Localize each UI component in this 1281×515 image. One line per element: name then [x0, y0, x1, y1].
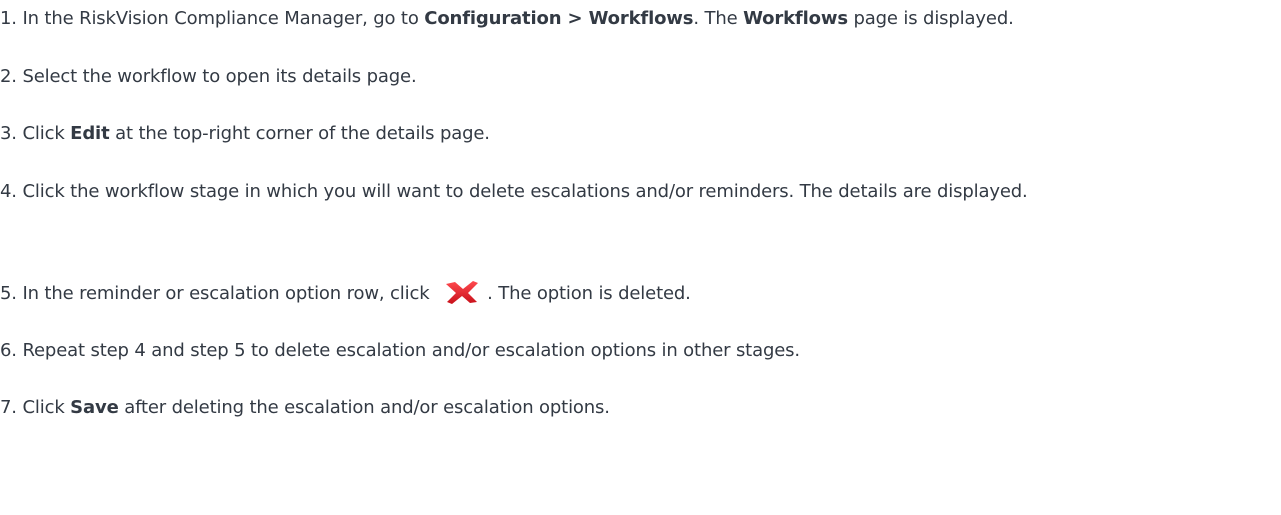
step-2: 2. Select the workflow to open its detai…	[0, 66, 417, 87]
delete-x-icon	[443, 279, 481, 305]
page-name: Workflows	[743, 8, 848, 29]
step-6: 6. Repeat step 4 and step 5 to delete es…	[0, 340, 800, 361]
step-number: 7.	[0, 397, 17, 418]
step-number: 6.	[0, 340, 17, 361]
edit-label: Edit	[70, 123, 110, 144]
save-label: Save	[70, 397, 119, 418]
step-3: 3. Click Edit at the top-right corner of…	[0, 123, 490, 144]
step-number: 5.	[0, 283, 17, 304]
step-7: 7. Click Save after deleting the escalat…	[0, 397, 610, 418]
step-5: 5. In the reminder or escalation option …	[0, 281, 691, 307]
step-number: 4.	[0, 181, 17, 202]
step-number: 3.	[0, 123, 17, 144]
step-number: 1.	[0, 8, 17, 29]
step-1: 1. In the RiskVision Compliance Manager,…	[0, 8, 1014, 29]
menu-path: Configuration > Workflows	[424, 8, 694, 29]
step-number: 2.	[0, 66, 17, 87]
step-4: 4. Click the workflow stage in which you…	[0, 181, 1028, 202]
